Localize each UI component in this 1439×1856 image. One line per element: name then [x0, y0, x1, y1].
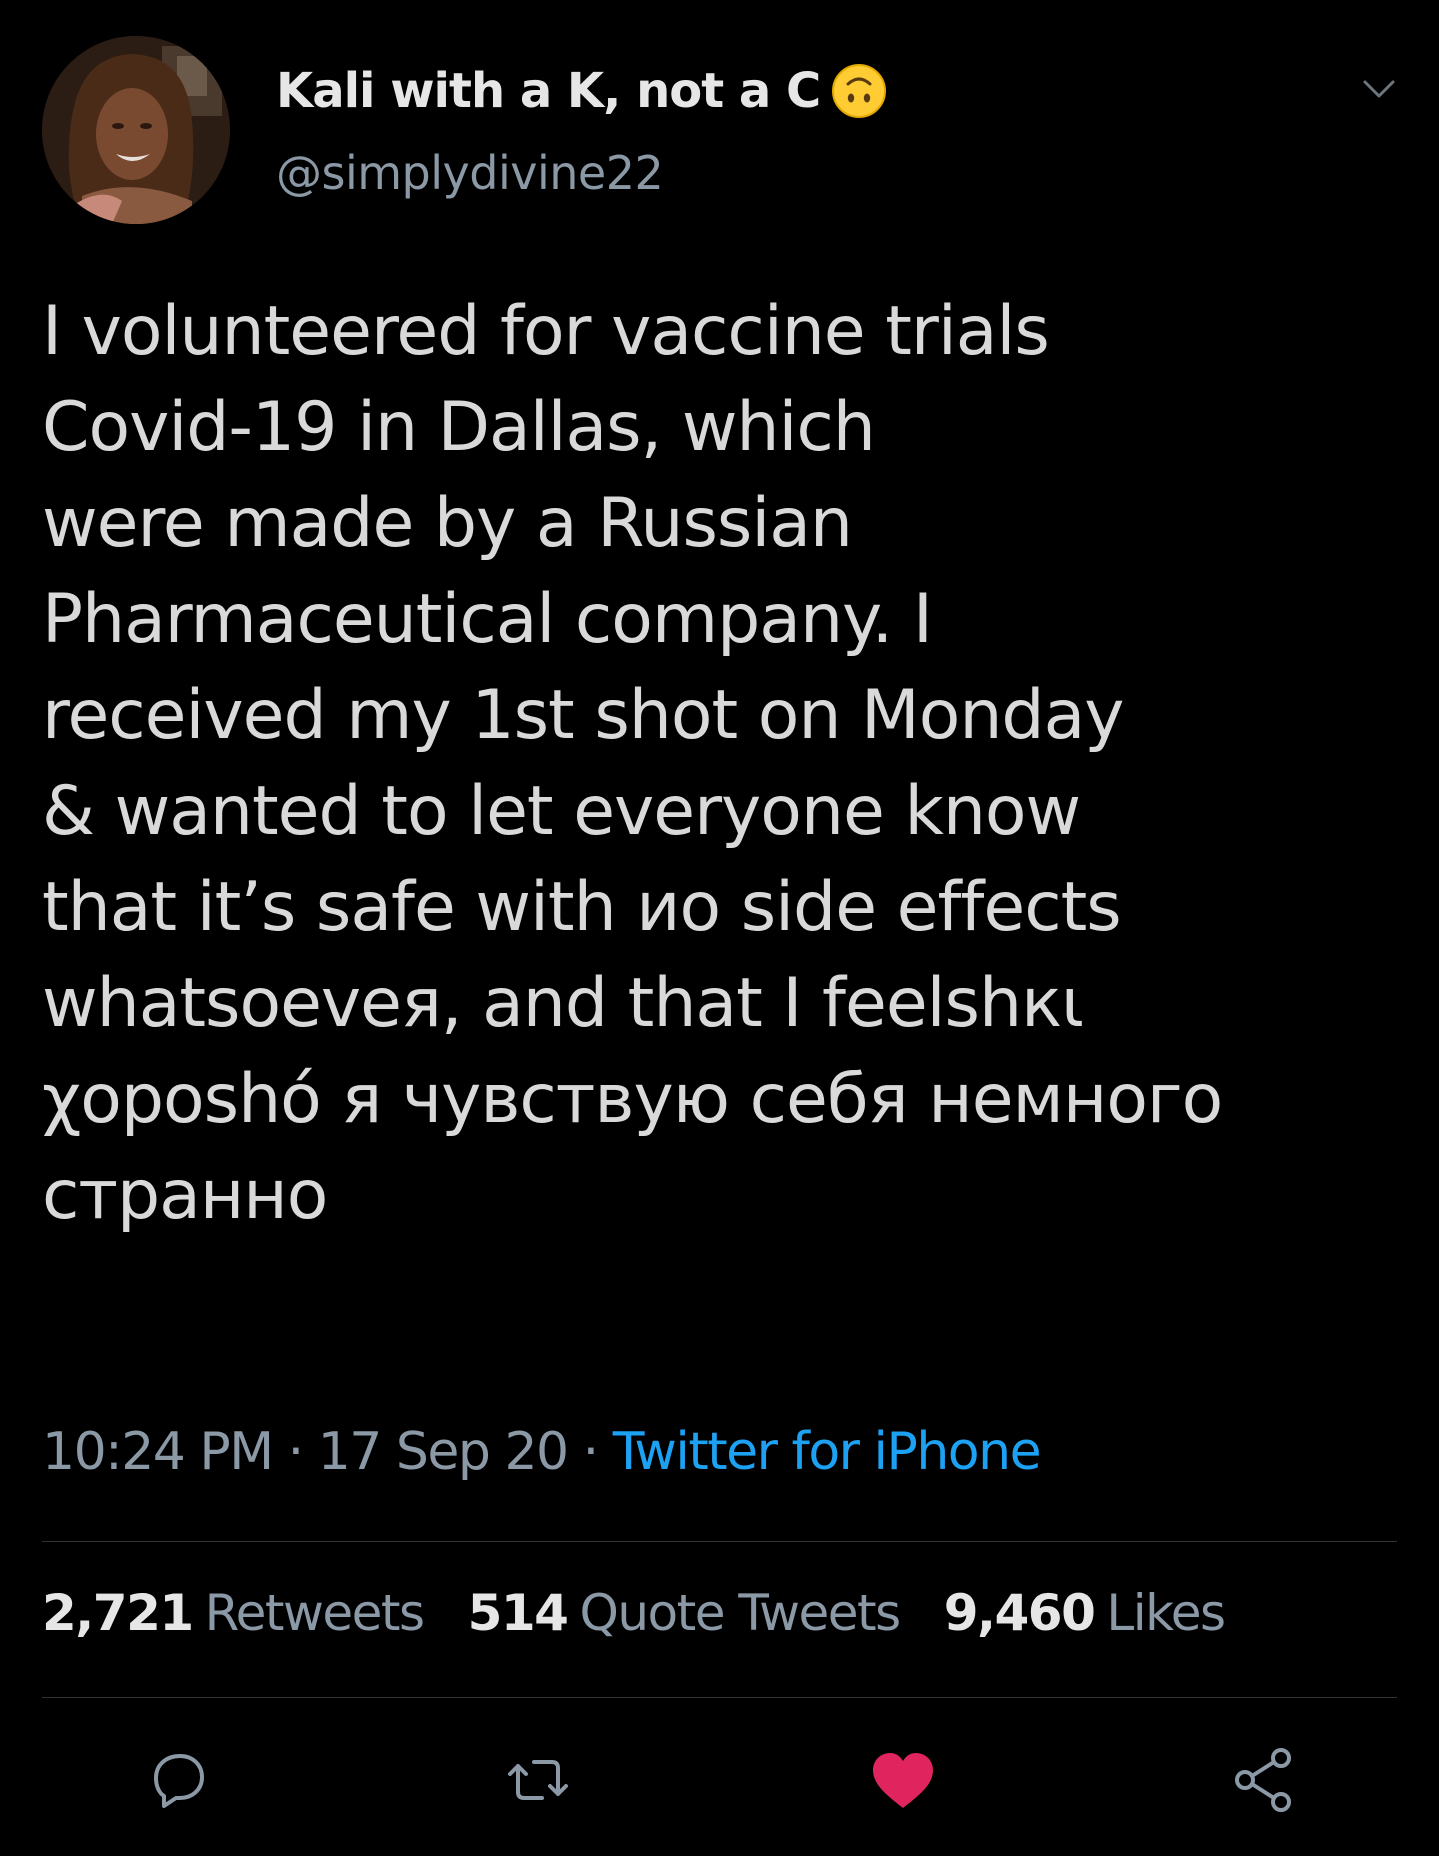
likes-label: Likes [1106, 1584, 1226, 1642]
tweet-text-line: Covid-19 in Dallas, which [42, 388, 876, 467]
reply-icon [154, 1754, 204, 1808]
tweet-stats: 2,721 Retweets 514 Quote Tweets 9,460 Likes [42, 1584, 1226, 1642]
name-row: Kali with a K, not a C [276, 56, 888, 126]
divider [42, 1541, 1397, 1542]
tweet-text-line: were made by a Russian [42, 484, 853, 563]
likes-stat[interactable]: 9,460 Likes [943, 1584, 1226, 1642]
tweet-text-line: received my 1st shot on Monday [42, 676, 1125, 755]
quotes-stat[interactable]: 514 Quote Tweets [467, 1584, 902, 1642]
avatar[interactable] [42, 36, 230, 224]
tweet-date[interactable]: 17 Sep 20 [318, 1422, 569, 1482]
like-button[interactable] [865, 1742, 941, 1818]
tweet-text-line: Pharmaceutical company. I [42, 580, 933, 659]
quotes-label: Quote Tweets [579, 1584, 901, 1642]
likes-count: 9,460 [943, 1584, 1096, 1642]
tweet-meta: 10:24 PM · 17 Sep 20 · Twitter for iPhon… [42, 1422, 1042, 1482]
tweet-text-line: whatsoeveя, and that I feelshкι [42, 964, 1084, 1043]
tweet-text-line: that it’s safe with ио side effects [42, 868, 1122, 947]
retweets-stat[interactable]: 2,721 Retweets [42, 1584, 425, 1642]
retweet-icon [508, 1760, 568, 1800]
tweet-time[interactable]: 10:24 PM [42, 1422, 274, 1482]
chevron-down-icon[interactable] [1357, 66, 1401, 110]
tweet-source-link[interactable]: Twitter for iPhone [613, 1422, 1042, 1482]
divider [42, 1697, 1397, 1698]
retweets-count: 2,721 [42, 1584, 194, 1642]
share-icon [1235, 1748, 1291, 1812]
retweets-label: Retweets [204, 1584, 425, 1642]
avatar-image [42, 36, 230, 224]
share-button[interactable] [1225, 1742, 1301, 1818]
user-handle[interactable]: @simplydivine22 [276, 146, 664, 200]
action-bar [0, 1742, 1439, 1832]
like-icon [873, 1753, 933, 1808]
meta-separator: · [287, 1422, 305, 1482]
tweet-text-line: & wanted to let everyone know [42, 772, 1081, 851]
tweet-detail: Kali with a K, not a C @simplydivine22 I… [0, 0, 1439, 1856]
quotes-count: 514 [467, 1584, 569, 1642]
tweet-text-line: I volunteered for vaccine trials [42, 292, 1050, 371]
meta-separator: · [582, 1422, 600, 1482]
display-name[interactable]: Kali with a K, not a C [276, 63, 821, 119]
tweet-text-line: χoposhó я чувствую себя немного [42, 1060, 1223, 1139]
upside-down-face-emoji-icon [832, 64, 887, 118]
tweet-text-line: странно [42, 1156, 328, 1235]
tweet-text: I volunteered for vaccine trials Covid-1… [42, 284, 1412, 1244]
retweet-button[interactable] [500, 1742, 576, 1818]
reply-button[interactable] [140, 1742, 216, 1818]
